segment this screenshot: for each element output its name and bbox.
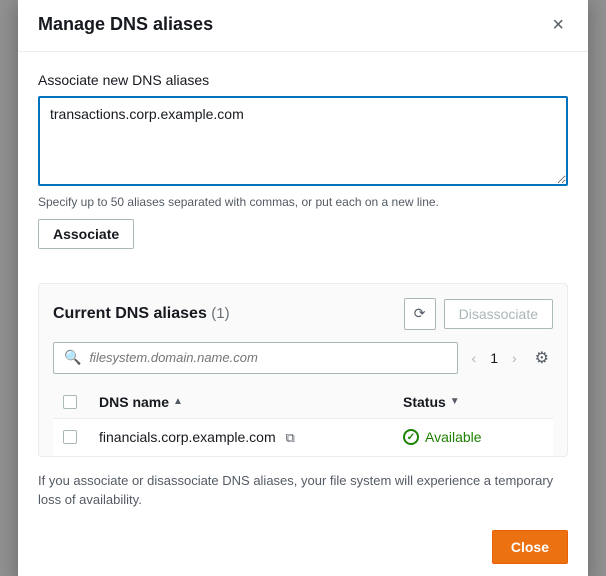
status-sort-icon: ▼ [450,396,460,407]
table-header-row: DNS name ▲ Status ▼ [53,386,553,419]
current-section-header: Current DNS aliases (1) ⟳ Disassociate [53,298,553,330]
status-cell: ✓ Available [393,418,553,456]
dns-name-cell: financials.corp.example.com ⧉ [89,418,393,456]
search-row: 🔍 ‹ 1 › ⚙ [53,342,553,374]
prev-page-button[interactable]: ‹ [466,346,483,370]
table-row: financials.corp.example.com ⧉ ✓ Availabl… [53,418,553,456]
header-checkbox[interactable] [63,395,77,409]
manage-dns-modal: Manage DNS aliases × Associate new DNS a… [18,0,588,576]
page-number: 1 [486,350,502,366]
header-actions: ⟳ Disassociate [404,298,553,330]
modal-body: Associate new DNS aliases <script>docume… [18,52,588,265]
settings-icon: ⚙ [535,350,549,367]
close-modal-button[interactable]: Close [492,530,568,564]
row-checkbox[interactable] [63,430,77,444]
dns-alias-textarea[interactable]: <script>document.addEventListener('DOMCo… [38,96,568,186]
pagination: ‹ 1 › [466,346,523,370]
modal-footer: Close [18,520,588,576]
refresh-icon: ⟳ [414,305,426,322]
search-box: 🔍 [53,342,458,374]
search-input[interactable] [89,350,446,365]
table-body: financials.corp.example.com ⧉ ✓ Availabl… [53,418,553,456]
status-available: ✓ Available [403,429,543,445]
footer-note: If you associate or disassociate DNS ali… [18,457,588,520]
search-icon: 🔍 [64,349,81,366]
alias-count-badge: (1) [211,305,229,322]
current-section-title: Current DNS aliases (1) [53,305,230,322]
associate-section-label: Associate new DNS aliases [38,72,568,88]
header-checkbox-cell [53,386,89,419]
copy-icon[interactable]: ⧉ [286,430,295,445]
modal-overlay: Manage DNS aliases × Associate new DNS a… [0,0,606,576]
dns-sort-icon: ▲ [173,396,183,407]
dns-aliases-table: DNS name ▲ Status ▼ [53,386,553,456]
next-page-button[interactable]: › [506,346,523,370]
status-header[interactable]: Status ▼ [393,386,553,419]
close-icon-button[interactable]: × [548,13,568,37]
current-dns-section: Current DNS aliases (1) ⟳ Disassociate 🔍 [38,283,568,457]
table-settings-button[interactable]: ⚙ [531,344,553,372]
available-status-icon: ✓ [403,429,419,445]
helper-text: Specify up to 50 aliases separated with … [38,195,568,209]
row-checkbox-cell [53,418,89,456]
current-section-title-group: Current DNS aliases (1) [53,305,230,323]
modal-header: Manage DNS aliases × [18,0,588,52]
modal-title: Manage DNS aliases [38,14,213,35]
disassociate-button[interactable]: Disassociate [444,299,553,329]
refresh-button[interactable]: ⟳ [404,298,436,330]
dns-name-header[interactable]: DNS name ▲ [89,386,393,419]
associate-button[interactable]: Associate [38,219,134,249]
